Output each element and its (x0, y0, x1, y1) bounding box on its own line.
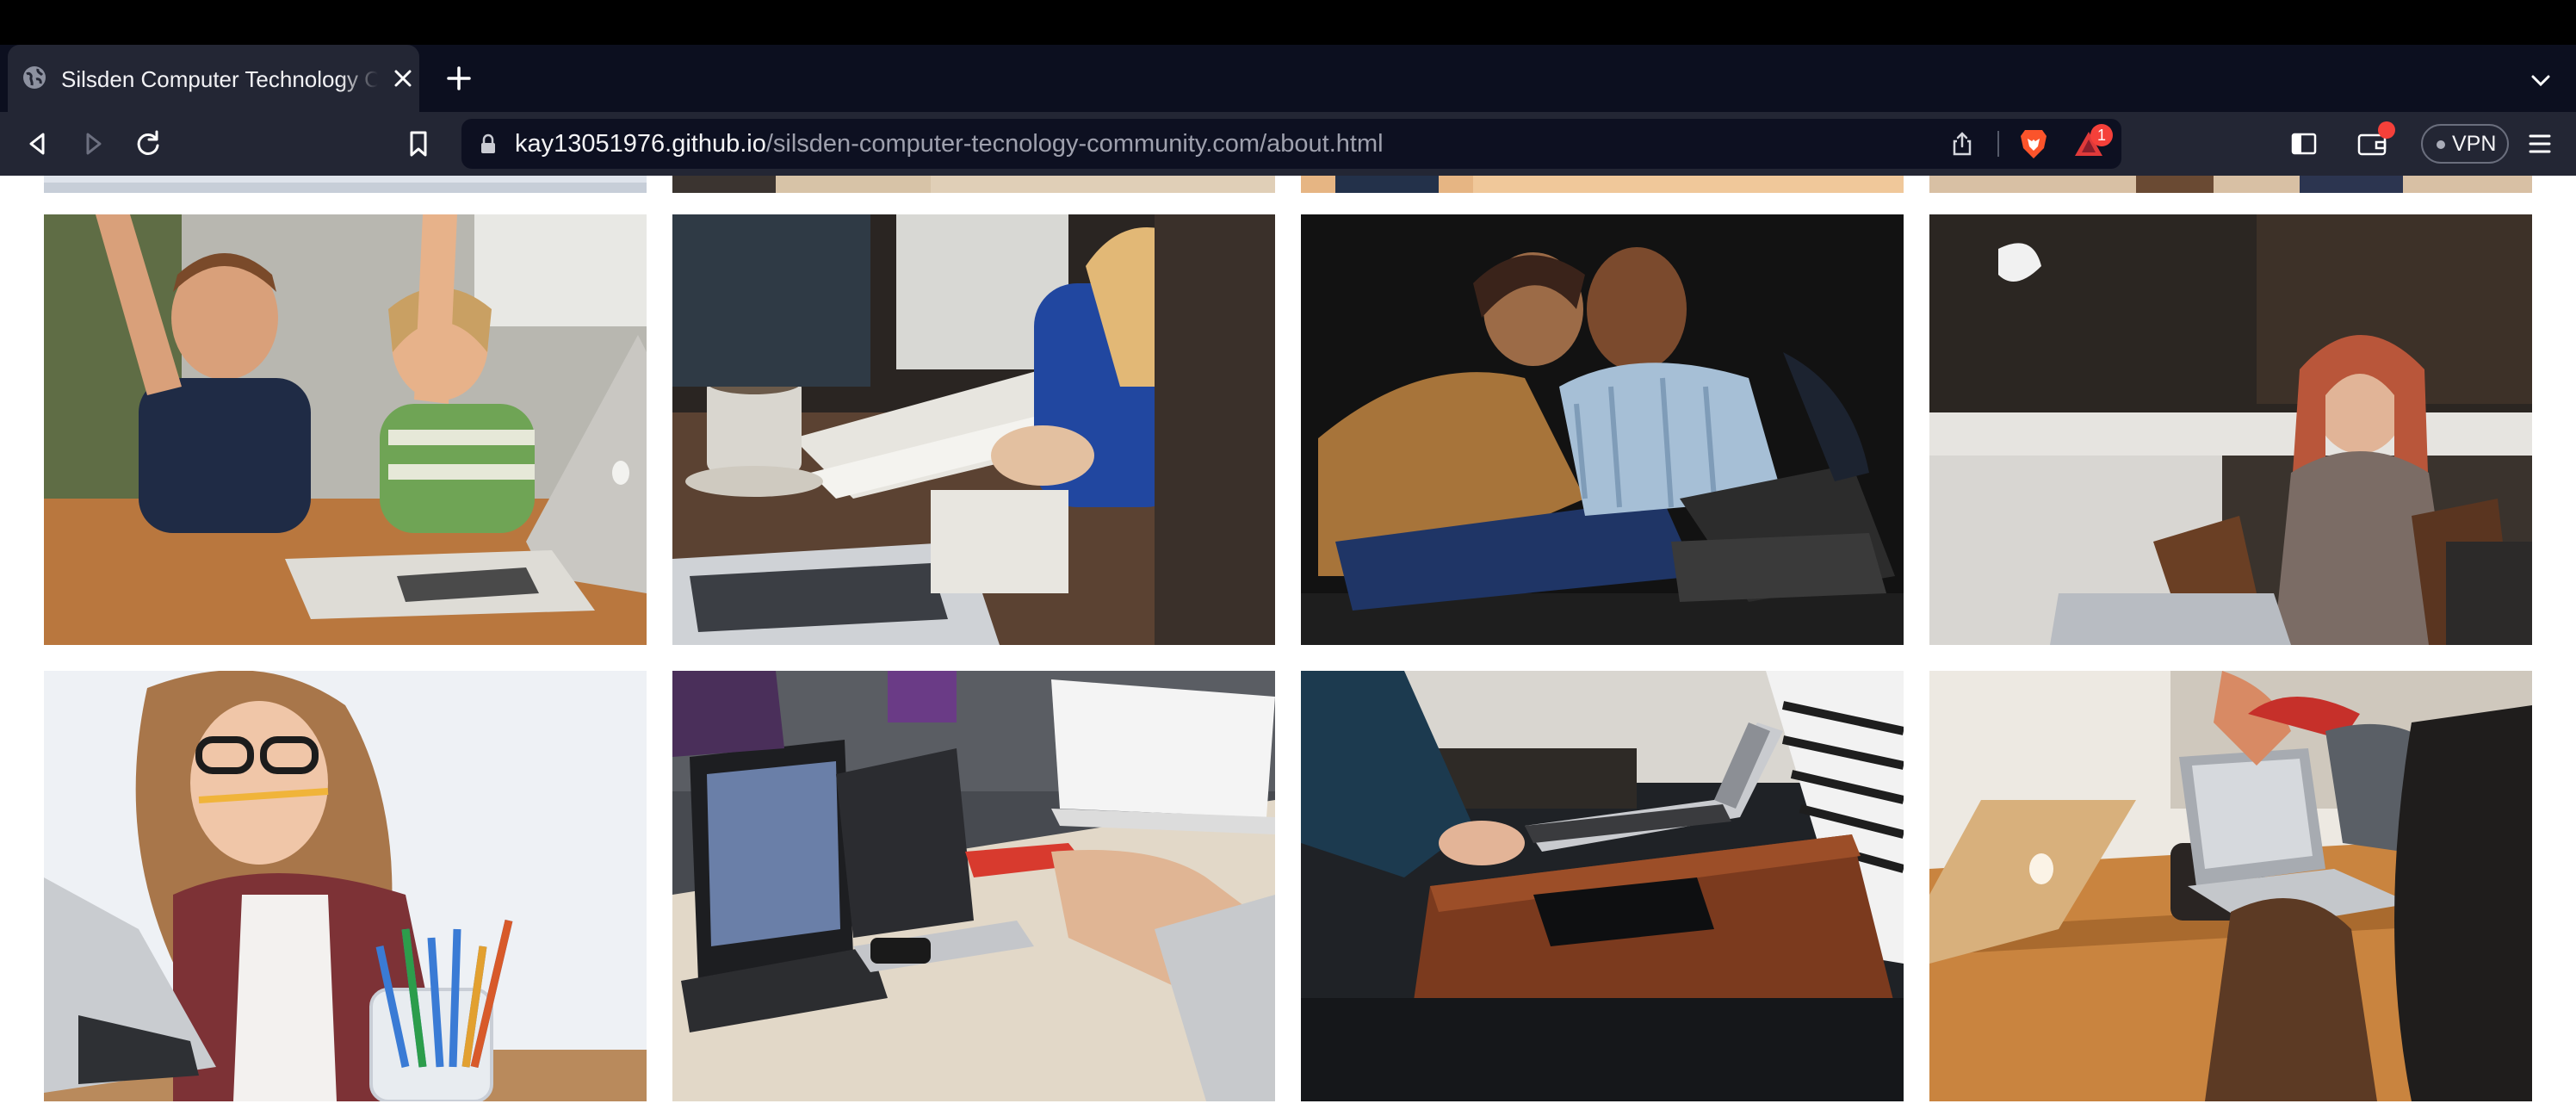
photo-laptops-meeting-table (672, 671, 1275, 1101)
photo-woman-glasses-pencil (44, 671, 647, 1101)
photo-partial-4 (1929, 176, 2532, 193)
browser-toolbar: kay13051976.github.io/silsden-computer-t… (0, 112, 2576, 176)
address-bar-divider (1997, 131, 1999, 157)
lock-icon[interactable] (479, 133, 498, 154)
window-top-strip (0, 0, 2576, 45)
vpn-label: VPN (2452, 132, 2497, 156)
photo-kids-cheering-laptop (44, 214, 647, 645)
photo-cafe-macbook-mug (1929, 671, 2532, 1101)
close-icon[interactable] (392, 67, 414, 90)
forward-arrow-icon (86, 133, 102, 155)
wallet-notification-dot (2378, 121, 2395, 139)
photo-partial-1 (44, 176, 647, 193)
photo-partial-2 (672, 176, 1275, 193)
brave-lion-icon[interactable] (2018, 127, 2049, 160)
address-bar[interactable]: kay13051976.github.io/silsden-computer-t… (461, 119, 2121, 169)
photo-woman-cafe-laptop (1929, 214, 2532, 645)
url-path: /silsden-computer-tecnology-community.co… (765, 130, 1384, 158)
url-host: kay13051976.github.io (515, 130, 766, 158)
photo-couple-laptop (1301, 214, 1904, 645)
bookmark-icon[interactable] (401, 127, 436, 161)
tab-title: Silsden Computer Technology Community (61, 66, 378, 92)
hamburger-menu-icon[interactable] (2523, 127, 2557, 161)
globe-icon (23, 66, 46, 89)
reload-icon[interactable] (131, 127, 165, 161)
page-content (0, 176, 2576, 1116)
vpn-status-dot (2437, 140, 2445, 149)
photo-notebook-coffee-meeting (672, 214, 1275, 645)
photo-laptop-keyboard-desk (1301, 671, 1904, 1101)
sidebar-toggle-icon[interactable] (2287, 127, 2321, 161)
tab-bar: Silsden Computer Technology Community (0, 45, 2576, 112)
photo-partial-3 (1301, 176, 1904, 193)
plus-icon[interactable] (444, 64, 474, 93)
rewards-badge: 1 (2090, 124, 2113, 146)
vpn-button[interactable]: VPN (2421, 124, 2509, 164)
chevron-down-icon[interactable] (2528, 67, 2554, 93)
back-arrow-icon[interactable] (21, 127, 55, 161)
active-tab[interactable]: Silsden Computer Technology Community (8, 45, 419, 112)
url-text[interactable]: kay13051976.github.io/silsden-computer-t… (515, 127, 1384, 160)
share-icon[interactable] (1949, 131, 1975, 157)
